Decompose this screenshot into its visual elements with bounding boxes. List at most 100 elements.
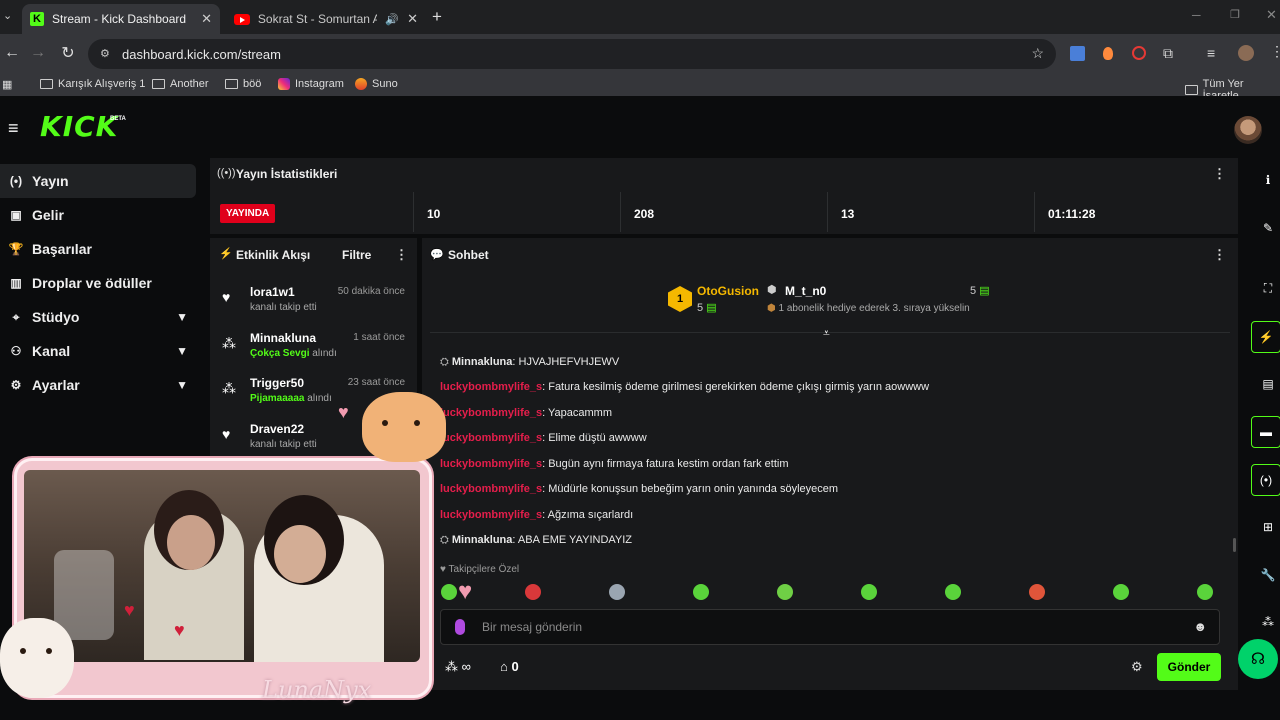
- tab-list-chevron-icon[interactable]: ⌄: [3, 9, 12, 22]
- help-headset-icon[interactable]: ☊: [1238, 639, 1278, 679]
- broadcast-icon[interactable]: (•): [1251, 464, 1280, 496]
- scroll-down-icon[interactable]: ⩡: [823, 326, 830, 341]
- maximize-icon[interactable]: ❐: [1230, 8, 1240, 21]
- fullscreen-icon[interactable]: ⛶: [1258, 278, 1278, 298]
- divider: [620, 192, 621, 232]
- chat-settings-gear-icon[interactable]: ⚙: [1131, 659, 1143, 675]
- chat-scrollbar[interactable]: [1233, 538, 1236, 552]
- document-icon[interactable]: ▤: [1258, 374, 1278, 394]
- gifter-name[interactable]: M_t_n0: [785, 284, 826, 298]
- emote-icon[interactable]: [693, 584, 709, 600]
- apps-grid-icon[interactable]: ▦: [2, 78, 12, 91]
- new-tab-button[interactable]: +: [432, 7, 442, 27]
- extension-icon[interactable]: [1103, 47, 1113, 60]
- tab-kick-dashboard[interactable]: K Stream - Kick Dashboard ✕: [22, 4, 220, 34]
- sidebar-item-kanal[interactable]: ⚇ Kanal ▼: [0, 334, 200, 368]
- store-button[interactable]: ⌂ 0: [500, 659, 519, 674]
- sidebar-item-ayarlar[interactable]: ⚙ Ayarlar ▼: [0, 368, 200, 402]
- emote-icon[interactable]: [1197, 584, 1213, 600]
- emote-icon[interactable]: [525, 584, 541, 600]
- emote-icon[interactable]: [441, 584, 457, 600]
- send-button[interactable]: Gönder: [1157, 653, 1221, 681]
- chat-input[interactable]: Bir mesaj gönderin ☻: [440, 609, 1220, 645]
- folder-icon: [40, 79, 53, 89]
- kick-logo[interactable]: KICK: [40, 110, 118, 143]
- gifter-count: 5 ▤: [970, 285, 990, 297]
- chat-bubble-icon[interactable]: ▬: [1251, 416, 1280, 448]
- face-right: [274, 525, 326, 583]
- profile-avatar-icon[interactable]: [1238, 45, 1254, 61]
- extensions-puzzle-icon[interactable]: ⧉: [1163, 45, 1173, 62]
- emote-icon[interactable]: [777, 584, 793, 600]
- filter-button[interactable]: Filtre: [342, 248, 371, 262]
- stat-viewers: 10: [427, 207, 441, 221]
- stats-title: Yayın İstatistikleri: [236, 167, 338, 181]
- layout-icon[interactable]: ⊞: [1258, 517, 1278, 537]
- back-icon[interactable]: ←: [0, 44, 24, 62]
- emote-icon[interactable]: [861, 584, 877, 600]
- sidebar-item-basarilar[interactable]: 🏆 Başarılar: [0, 232, 200, 266]
- pencil-icon[interactable]: ✎: [1258, 218, 1278, 238]
- heart-icon: ♥: [222, 289, 231, 305]
- chat-input-placeholder: Bir mesaj gönderin: [482, 620, 583, 634]
- leader-count: 5 ▤: [697, 302, 717, 314]
- close-window-icon[interactable]: ✕: [1266, 7, 1277, 23]
- url-field[interactable]: ⚙ dashboard.kick.com/stream ☆: [88, 39, 1056, 69]
- close-tab-icon[interactable]: ✕: [201, 11, 212, 27]
- media-control-icon[interactable]: ≡: [1207, 45, 1215, 61]
- sidebar-item-studyo[interactable]: ⌖ Stüdyo ▼: [0, 300, 200, 334]
- emote-icon[interactable]: [945, 584, 961, 600]
- trophy-icon: 🏆: [8, 242, 24, 256]
- folder-icon: [152, 79, 165, 89]
- lightning-icon[interactable]: ⚡: [1251, 321, 1280, 353]
- tab-youtube[interactable]: Sokrat St - Somurtan Adam 🔊 ✕: [226, 4, 426, 34]
- translate-extension-icon[interactable]: [1070, 46, 1085, 61]
- emote-icon[interactable]: [609, 584, 625, 600]
- browser-menu-icon[interactable]: ⋮: [1270, 43, 1280, 60]
- bookmark-folder[interactable]: böö: [225, 78, 261, 90]
- folder-icon: [225, 79, 238, 89]
- emote-icon[interactable]: [1113, 584, 1129, 600]
- site-info-icon[interactable]: ⚙: [100, 47, 110, 60]
- badge-icon: ⛭: [440, 534, 449, 546]
- activity-menu-icon[interactable]: ⋮: [395, 247, 408, 263]
- emoji-icon[interactable]: ☻: [1193, 619, 1207, 634]
- microphone-icon[interactable]: [455, 619, 465, 635]
- wrench-icon[interactable]: 🔧: [1258, 565, 1278, 585]
- gift-icon: ▤: [979, 285, 990, 297]
- chat-message: luckybombmylife_s: Elime düştü awwww: [440, 432, 647, 444]
- bookmark-folder[interactable]: Karışık Alışveriş 1: [40, 78, 145, 90]
- cat-sticker-bottom: [0, 618, 74, 698]
- hamburger-menu-icon[interactable]: ≡: [8, 118, 19, 139]
- beta-badge: BETA: [110, 116, 126, 122]
- reload-icon[interactable]: ↻: [56, 43, 80, 63]
- tab-title: Sokrat St - Somurtan Adam: [257, 12, 378, 26]
- sidebar-item-droplar[interactable]: ▥ Droplar ve ödüller: [0, 266, 200, 300]
- bookmark-instagram[interactable]: Instagram: [278, 78, 344, 90]
- minimize-icon[interactable]: ─: [1192, 8, 1201, 22]
- points-icon[interactable]: ⁂ ∞: [445, 659, 471, 675]
- bookmark-suno[interactable]: Suno: [355, 78, 398, 90]
- sidebar-item-yayin[interactable]: (•) Yayın: [0, 164, 196, 198]
- signature-text: LunaNyx: [262, 676, 372, 704]
- broadcast-icon: ((•)): [217, 167, 236, 179]
- bookmark-star-icon[interactable]: ☆: [1031, 45, 1044, 62]
- sidebar-item-gelir[interactable]: ▣ Gelir: [0, 198, 200, 232]
- user-avatar[interactable]: [1234, 116, 1262, 144]
- forward-icon[interactable]: →: [26, 44, 50, 62]
- chat-message: luckybombmylife_s: Bugün aynı firmaya fa…: [440, 458, 789, 470]
- points-icon[interactable]: ⁂: [1258, 612, 1278, 632]
- chat-message: luckybombmylife_s: Ağzıma sıçarlardı: [440, 509, 634, 521]
- speaker-icon[interactable]: 🔊: [385, 13, 399, 26]
- lightning-icon: ⚡: [219, 248, 233, 260]
- info-icon[interactable]: ℹ: [1258, 170, 1278, 190]
- stats-menu-icon[interactable]: ⋮: [1213, 166, 1226, 182]
- chat-menu-icon[interactable]: ⋮: [1213, 247, 1226, 263]
- leader-name[interactable]: OtoGusion: [697, 284, 759, 298]
- rank-hex-icon: ⬢: [767, 284, 777, 296]
- close-tab-icon[interactable]: ✕: [407, 11, 418, 27]
- emote-icon[interactable]: [1029, 584, 1045, 600]
- blocker-extension-icon[interactable]: [1132, 46, 1146, 60]
- stream-stats-panel: [210, 158, 1238, 234]
- bookmark-folder[interactable]: Another: [152, 78, 209, 90]
